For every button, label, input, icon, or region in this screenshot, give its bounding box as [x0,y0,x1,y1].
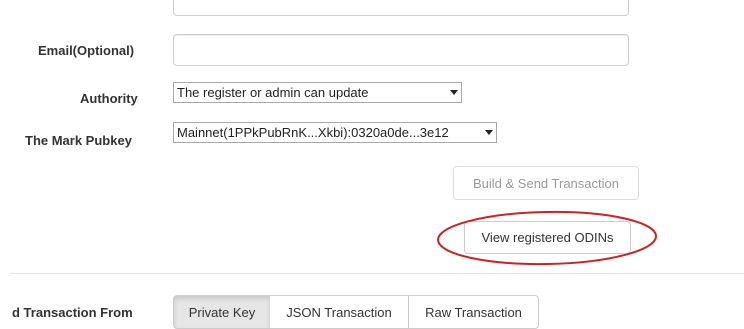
section-divider [10,273,744,274]
authority-select[interactable]: The register or admin can update [173,82,462,103]
email-label: Email(Optional) [38,43,135,58]
highlight-ellipse [437,210,657,266]
mark-pubkey-select-value: Mainnet(1PPkPubRnK...Xkbi):0320a0de...3e… [177,124,449,140]
chevron-down-icon [447,83,461,102]
send-from-label: d Transaction From [12,305,133,320]
authority-select-value: The register or admin can update [177,84,369,100]
build-send-transaction-button[interactable]: Build & Send Transaction [453,166,639,200]
email-field[interactable] [173,34,629,66]
mark-pubkey-label: The Mark Pubkey [25,133,132,148]
authority-label: Authority [80,91,138,106]
chevron-down-icon [482,123,496,142]
previous-field-input[interactable] [173,0,629,16]
mark-pubkey-select[interactable]: Mainnet(1PPkPubRnK...Xkbi):0320a0de...3e… [173,122,497,143]
